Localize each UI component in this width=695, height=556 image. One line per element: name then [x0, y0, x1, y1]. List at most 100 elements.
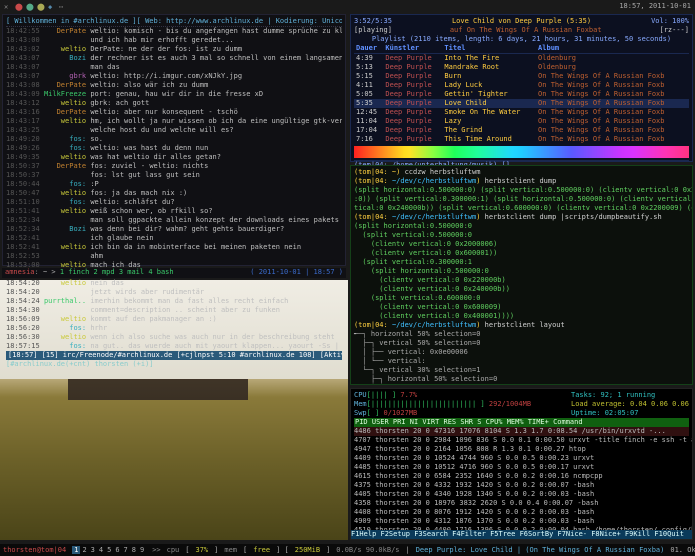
shell-line: (clientv vertical:0 0x240000b)): [354, 285, 689, 294]
log-line: 18:56:30 weltio wenn ich also suche was …: [6, 333, 342, 342]
irssi-input[interactable]: [#archlinux.de(+cnt) thorsten (+i)]: [6, 360, 342, 369]
htop-process-row[interactable]: 4358 thorsten 20 0 18976 3832 2620 S 0.0…: [354, 499, 689, 508]
playlist-row[interactable]: 12:45Deep PurpleSmoke On The WaterOn The…: [354, 108, 689, 117]
htop-meter: CPU[|||| ] 7.7%: [354, 391, 531, 400]
cpu-label: cpu: [167, 546, 180, 555]
log-line: 18:43:07 Bozi der rechner ist es auch 3 …: [6, 54, 342, 63]
shell-line: (clientv vertical:0 0x600001)): [354, 249, 689, 258]
log-line: 18:43:16 DerPate weltio: aber nur konseq…: [6, 108, 342, 117]
htop-process-row[interactable]: 4486 thorsten 20 0 47316 17076 8104 S 1.…: [354, 427, 689, 436]
zsh-ps1: ~ >: [43, 268, 56, 276]
playlist-row[interactable]: 4:11Deep PurpleLady LuckOn The Wings Of …: [354, 81, 689, 90]
col-alb[interactable]: Album: [536, 44, 689, 54]
mem-label: mem: [224, 546, 237, 555]
shell-line: (split vertical:0.600000:0: [354, 294, 689, 303]
workspace-tag[interactable]: 2: [80, 546, 88, 554]
workspace-tag[interactable]: 4: [97, 546, 105, 554]
playlist-row[interactable]: 7:16Deep PurpleThis Time AroundOn The Wi…: [354, 135, 689, 144]
shell-line: │ ├── vertical: 0x220000b: [354, 384, 689, 385]
playlist-row[interactable]: 5:13Deep PurpleMandrake RootOldenburg: [354, 63, 689, 72]
workspace-tags[interactable]: 123456789: [72, 546, 146, 555]
workspace-tag[interactable]: 7: [122, 546, 130, 554]
shell-line: (tom|04: ~/dev/c/herbstluftwm) herbstcli…: [354, 321, 689, 330]
workspace-tag[interactable]: 6: [113, 546, 121, 554]
tray-icon[interactable]: ◆: [48, 3, 55, 10]
shell-line: (clientv vertical:0 0x2000006): [354, 240, 689, 249]
tray-icon[interactable]: ⋯: [59, 3, 66, 10]
shell-line: └─┐ vertical 30% selection=1: [354, 366, 689, 375]
ncmpcpp-window[interactable]: 3:52/5:35 Love Child von Deep Purple (5:…: [350, 14, 693, 162]
shell-line: (split vertical:0.300000:1: [354, 258, 689, 267]
htop-process-row[interactable]: 4947 thorsten 20 0 2164 1056 808 R 1.3 0…: [354, 445, 689, 454]
log-line: 18:50:47 weltio fos: ja das mach nix :): [6, 189, 342, 198]
net-io: 0.0B/s 90.0kB/s: [336, 546, 399, 555]
htop-process-row[interactable]: 4409 thorsten 20 0 10524 4744 960 S 0.0 …: [354, 454, 689, 463]
log-line: 18:49:20 fos: so.: [6, 135, 342, 144]
tray-icon[interactable]: ⬤: [15, 3, 22, 10]
log-line: 18:42:55 DerPate weltio: komisch - bis d…: [6, 27, 342, 36]
playlist-table[interactable]: Dauer Künstler Titel Album 4:39Deep Purp…: [354, 44, 689, 144]
log-line: 18:56:09 weltio kommt auf den pakmanager…: [6, 315, 342, 324]
shell-line: ╾─┐ horizontal 50% selection=0: [354, 330, 689, 339]
shell-line: (clientv vertical:0 0x220000b): [354, 276, 689, 285]
col-art[interactable]: Künstler: [383, 44, 442, 54]
mpd-status: Deep Purple: Love Child | (On The Wings …: [416, 546, 665, 555]
shell-line: (split vertical:0.500000:0: [354, 231, 689, 240]
log-line: 18:49:26 fos: weltio: was hast du denn n…: [6, 144, 342, 153]
workspace-tag[interactable]: 3: [89, 546, 97, 554]
shell-line: (tom|04: ~/dev/c/herbstluftwm) herbstcli…: [354, 177, 689, 186]
log-line: 18:43:17 weltio hm, ich wollt ja nur wis…: [6, 117, 342, 126]
now-playing: Love Child von Deep Purple (5:35): [400, 17, 643, 26]
volume: Vol: 100%: [651, 17, 689, 26]
log-line: 18:50:37 DerPate fos: zuviel - weltio: n…: [6, 162, 342, 171]
playlist-row[interactable]: 17:04Deep PurpleThe GrindOn The Wings Of…: [354, 126, 689, 135]
htop-window[interactable]: CPU[|||| ] 7.7%Mem[|||||||||||||||||||||…: [350, 388, 693, 540]
tray-icon[interactable]: ✕: [4, 3, 11, 10]
cpu-val: 37%: [196, 546, 209, 555]
log-line: 18:52:34 man soll ggpackte allein konzep…: [6, 216, 342, 225]
log-line: 18:54:20 jetzt wirds aber rudimentär: [6, 288, 342, 297]
shell-line: (split horizontal:0.500000:0: [354, 267, 689, 276]
zsh-prompt[interactable]: amnesia: ~ > 1 finch 2 mpd 3 mail 4 bash…: [2, 268, 346, 278]
shell-line: (clientv vertical:0 0x400001)))): [354, 312, 689, 321]
irssi-topic: [ Willkommen in #archlinux.de ][ Web: ht…: [6, 17, 342, 27]
workspace-tag[interactable]: 9: [138, 546, 146, 554]
play-state: [playing]: [354, 26, 392, 35]
htop-process-row[interactable]: 4909 thorsten 20 0 4312 1876 1370 S 0.0 …: [354, 517, 689, 526]
htop-process-row[interactable]: 4408 thorsten 20 0 8076 1912 1420 S 0.0 …: [354, 508, 689, 517]
tray-icon[interactable]: ⬤: [26, 3, 33, 10]
log-line: 18:50:37 fos: lst gut lass gut sein: [6, 171, 342, 180]
irssi-log: 18:42:55 DerPate weltio: komisch - bis d…: [6, 27, 342, 351]
playlist-row[interactable]: 11:04Deep PurpleLazyOn The Wings Of A Ru…: [354, 117, 689, 126]
tray-icon[interactable]: ⬤: [37, 3, 44, 10]
htop-process-row[interactable]: 4707 thorsten 20 0 2984 1096 836 S 0.0 0…: [354, 436, 689, 445]
playlist-row[interactable]: 5:05Deep PurpleGettin' TighterOn The Win…: [354, 90, 689, 99]
irssi-terminal[interactable]: [ Willkommen in #archlinux.de ][ Web: ht…: [2, 14, 346, 266]
log-line: 18:52:53 ahm: [6, 252, 342, 261]
htop-process-row[interactable]: 4485 thorsten 20 0 10512 4716 960 S 0.0 …: [354, 463, 689, 472]
clock: 18:57, 2011-10-01: [619, 2, 691, 11]
htop-process-row[interactable]: 4615 thorsten 20 0 6584 2352 1640 S 0.0 …: [354, 472, 689, 481]
log-line: 18:56:20 fos: hrhr: [6, 324, 342, 333]
shell-line: │ ├── vertical: 0x0e00006: [354, 348, 689, 357]
shell-line: (split horizontal:0.500000:0) (split ver…: [354, 186, 689, 195]
htop-header[interactable]: PID USER PRI NI VIRT RES SHR S CPU% MEM%…: [354, 418, 689, 427]
htop-process-row[interactable]: 4405 thorsten 20 0 4340 1928 1340 S 0.0 …: [354, 490, 689, 499]
playlist-row[interactable]: 4:39Deep PurpleInto The FireOldenburg: [354, 54, 689, 64]
herbstclient-terminal[interactable]: (tom|04: ~) ccdzw herbstluftwm(tom|04: ~…: [350, 165, 693, 385]
htop-fkeys[interactable]: F1Help F2Setup F3Search F4Filter F5Tree …: [351, 530, 692, 539]
log-line: 18:51:10 fos: weltio: schläfst du?: [6, 198, 342, 207]
log-line: 18:43:00 und ich hab mir erhofft geredet…: [6, 36, 342, 45]
col-dur[interactable]: Dauer: [354, 44, 383, 54]
playlist-row[interactable]: 5:35Deep PurpleLove ChildOn The Wings Of…: [354, 99, 689, 108]
workspace-tag[interactable]: 8: [130, 546, 138, 554]
log-line: 18:43:25 welche host du und welche will …: [6, 126, 342, 135]
statusbar: thorsten@tom|04 123456789 >> cpu [37%] m…: [0, 544, 695, 556]
playlist-row[interactable]: 5:15Deep PurpleBurnOn The Wings Of A Rus…: [354, 72, 689, 81]
shell-line: tical:0 0x240000b)) (split vertical:0.60…: [354, 204, 689, 213]
col-tit[interactable]: Titel: [442, 44, 536, 54]
htop-process-row[interactable]: 4375 thorsten 20 0 4332 1932 1420 S 0.0 …: [354, 481, 689, 490]
log-line: 18:54:20 weltio nein das: [6, 279, 342, 288]
irssi-statusbar: [18:57] [15] irc/Freenode/#archlinux.de …: [6, 351, 342, 360]
spectrum-visualizer: [354, 146, 689, 158]
